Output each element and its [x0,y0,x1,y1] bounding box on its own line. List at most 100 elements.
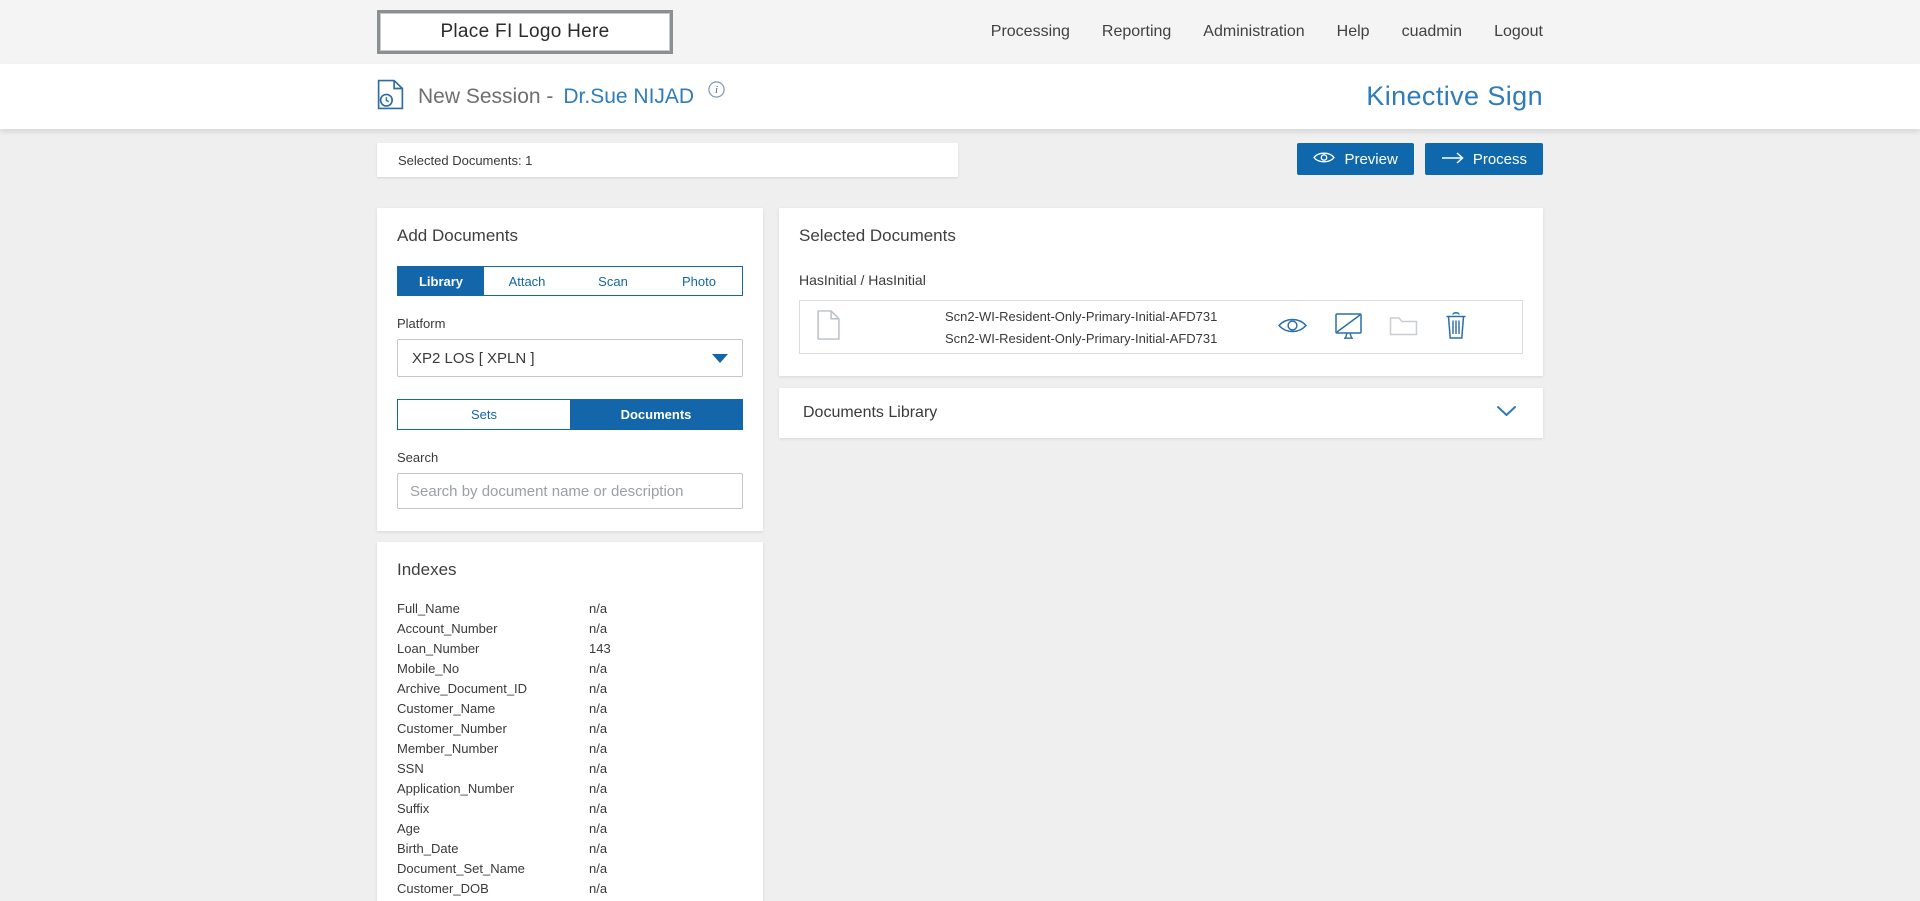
index-row: Customer_Namen/a [397,698,743,718]
top-navigation: Processing Reporting Administration Help… [991,23,1543,41]
index-value: n/a [589,801,607,816]
index-label: Archive_Document_ID [397,681,589,696]
preview-button[interactable]: Preview [1297,143,1413,175]
document-text: Scn2-WI-Resident-Only-Primary-Initial-AF… [945,309,1217,346]
tab-scan[interactable]: Scan [570,267,656,295]
content-area: Selected Documents: 1 Preview [0,129,1920,901]
app-brand-title: Kinective Sign [1366,81,1543,112]
search-label: Search [397,450,743,465]
selected-document-row: Scn2-WI-Resident-Only-Primary-Initial-AF… [799,300,1523,354]
index-value: n/a [589,861,607,876]
index-label: Customer_DOB [397,881,589,896]
document-description: Scn2-WI-Resident-Only-Primary-Initial-AF… [945,331,1217,346]
indexes-card: Indexes Full_Namen/a Account_Numbern/a L… [377,542,763,901]
index-label: SSN [397,761,589,776]
documents-library-title: Documents Library [803,404,937,422]
arrow-right-icon [1441,151,1464,168]
selected-count-text: Selected Documents: 1 [398,153,532,168]
nav-logout[interactable]: Logout [1494,23,1543,41]
document-delete-button[interactable] [1444,311,1468,343]
tab-photo[interactable]: Photo [656,267,742,295]
index-label: Full_Name [397,601,589,616]
nav-administration[interactable]: Administration [1203,23,1304,41]
nav-processing[interactable]: Processing [991,23,1070,41]
index-value: n/a [589,701,607,716]
left-column: Add Documents Library Attach Scan Photo … [377,208,763,901]
session-title: New Session - Dr.Sue NIJAD i [377,79,725,115]
index-row: Application_Numbern/a [397,778,743,798]
index-value: n/a [589,661,607,676]
document-remote-sign-button[interactable] [1334,312,1363,343]
index-label: Mobile_No [397,661,589,676]
platform-label: Platform [397,316,743,331]
right-column: Selected Documents HasInitial / HasIniti… [779,208,1543,438]
preview-button-label: Preview [1344,151,1397,168]
page-header: New Session - Dr.Sue NIJAD i Kinective S… [0,64,1920,129]
tab-library[interactable]: Library [398,267,484,295]
index-value: n/a [589,881,607,896]
file-icon [816,309,841,346]
platform-dropdown-value: XP2 LOS [ XPLN ] [412,350,535,367]
selected-documents-card: Selected Documents HasInitial / HasIniti… [779,208,1543,376]
index-row: Customer_Numbern/a [397,718,743,738]
document-name: Scn2-WI-Resident-Only-Primary-Initial-AF… [945,309,1217,324]
view-toggle: Sets Documents [397,399,743,430]
index-value: n/a [589,721,607,736]
index-row: Full_Namen/a [397,598,743,618]
index-row: Member_Numbern/a [397,738,743,758]
session-label: New Session - [418,85,553,109]
action-row: Selected Documents: 1 Preview [377,143,1543,177]
action-buttons: Preview Process [1297,143,1543,175]
nav-reporting[interactable]: Reporting [1102,23,1171,41]
index-row: Mobile_Non/a [397,658,743,678]
tab-attach[interactable]: Attach [484,267,570,295]
index-value: n/a [589,761,607,776]
source-tabs: Library Attach Scan Photo [397,266,743,296]
index-value: n/a [589,821,607,836]
add-documents-card: Add Documents Library Attach Scan Photo … [377,208,763,531]
document-actions [1277,311,1522,343]
search-input[interactable] [397,473,743,509]
fi-logo-text: Place FI Logo Here [440,21,609,43]
index-label: Member_Number [397,741,589,756]
index-value: n/a [589,841,607,856]
selected-documents-title: Selected Documents [799,226,1523,246]
add-documents-title: Add Documents [397,226,743,246]
index-row: Account_Numbern/a [397,618,743,638]
document-preview-button[interactable] [1277,316,1308,338]
history-document-icon [377,79,404,115]
index-row: Agen/a [397,818,743,838]
nav-user-cuadmin[interactable]: cuadmin [1402,23,1462,41]
top-bar: Place FI Logo Here Processing Reporting … [0,0,1920,64]
indexes-title: Indexes [397,560,743,580]
nav-help[interactable]: Help [1337,23,1370,41]
documents-library-panel[interactable]: Documents Library [779,388,1543,438]
index-label: Age [397,821,589,836]
index-label: Customer_Number [397,721,589,736]
index-value: n/a [589,781,607,796]
process-button[interactable]: Process [1425,143,1543,175]
index-row: Suffixn/a [397,798,743,818]
index-value: 143 [589,641,611,656]
index-row: Birth_Daten/a [397,838,743,858]
index-row: Document_Set_Namen/a [397,858,743,878]
index-value: n/a [589,681,607,696]
index-row: SSNn/a [397,758,743,778]
info-icon[interactable]: i [708,81,725,103]
index-value: n/a [589,621,607,636]
index-row: Archive_Document_IDn/a [397,678,743,698]
index-label: Account_Number [397,621,589,636]
index-label: Application_Number [397,781,589,796]
index-label: Birth_Date [397,841,589,856]
session-user-name: Dr.Sue NIJAD [563,85,694,109]
svg-text:i: i [715,84,718,96]
trash-icon [1444,311,1468,343]
index-value: n/a [589,601,607,616]
toggle-sets[interactable]: Sets [398,400,570,429]
chevron-down-icon[interactable] [1496,404,1517,422]
platform-dropdown[interactable]: XP2 LOS [ XPLN ] [397,339,743,377]
document-group-label: HasInitial / HasInitial [799,272,1523,288]
chevron-down-caret [712,354,728,363]
toggle-documents[interactable]: Documents [570,400,742,429]
document-folder-button[interactable] [1389,315,1418,339]
